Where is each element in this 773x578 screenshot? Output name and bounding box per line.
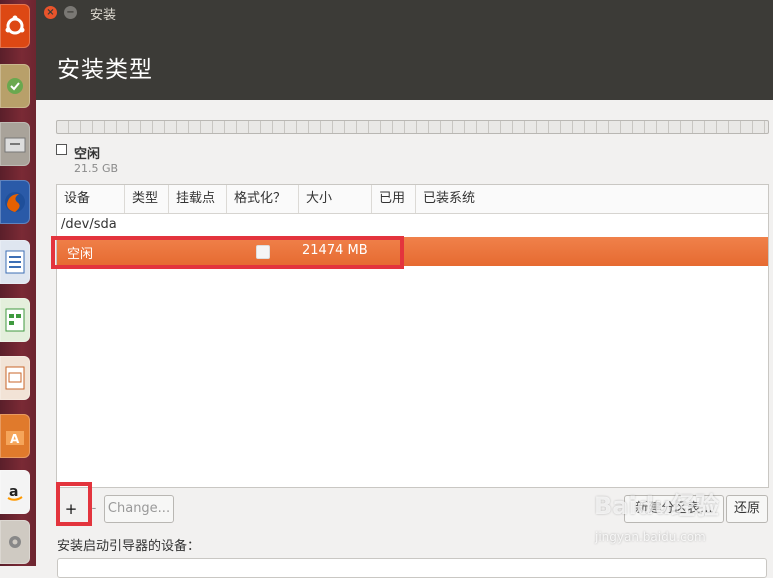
firefox-icon[interactable] xyxy=(0,180,30,224)
unity-launcher: A a xyxy=(0,0,37,566)
watermark-brand: Baidu经验 xyxy=(594,492,719,520)
page-title: 安装类型 xyxy=(57,57,153,83)
table-header: 设备 类型 挂载点 格式化？ 大小 已用 已装系统 xyxy=(57,185,768,214)
impress-icon[interactable] xyxy=(0,356,30,400)
window-titlebar: × − 安装 xyxy=(36,0,773,26)
row-name: 空闲 xyxy=(67,247,94,262)
row-size: 21474 MB xyxy=(302,243,368,258)
legend-name: 空闲 xyxy=(74,147,101,162)
column-size[interactable]: 大小 xyxy=(299,185,372,213)
ubuntu-dash-icon[interactable] xyxy=(0,4,30,48)
remove-partition-button[interactable]: - xyxy=(84,496,104,524)
window-title: 安装 xyxy=(90,8,117,23)
add-partition-button[interactable]: + xyxy=(61,496,81,524)
column-mount-point[interactable]: 挂载点 xyxy=(169,185,227,213)
bootloader-device-label: 安装启动引导器的设备： xyxy=(57,539,201,554)
column-installed-system[interactable]: 已装系统 xyxy=(416,185,768,213)
format-checkbox[interactable] xyxy=(256,245,270,259)
calc-icon[interactable] xyxy=(0,298,30,342)
legend-swatch xyxy=(56,144,67,155)
partition-table: 设备 类型 挂载点 格式化？ 大小 已用 已装系统 /dev/sda 空闲 21… xyxy=(56,184,769,488)
watermark-url: jingyan.baidu.com xyxy=(595,530,706,544)
bootloader-device-select[interactable] xyxy=(57,558,767,578)
column-device[interactable]: 设备 xyxy=(57,185,125,213)
software-updater-icon[interactable] xyxy=(0,64,30,108)
minimize-icon[interactable]: − xyxy=(64,6,77,19)
revert-button[interactable]: 还原 xyxy=(726,495,768,523)
change-partition-button[interactable]: Change... xyxy=(104,495,174,523)
svg-text:a: a xyxy=(9,484,18,500)
page-header: 安装类型 xyxy=(36,26,773,100)
settings-icon[interactable] xyxy=(0,520,30,564)
svg-text:A: A xyxy=(10,432,20,446)
files-icon[interactable] xyxy=(0,122,30,166)
writer-icon[interactable] xyxy=(0,240,30,284)
disk-usage-bar xyxy=(56,120,769,134)
table-row-free-space[interactable]: 空闲 21474 MB xyxy=(57,237,768,266)
close-icon[interactable]: × xyxy=(44,6,57,19)
column-used[interactable]: 已用 xyxy=(372,185,416,213)
software-center-icon[interactable]: A xyxy=(0,414,30,458)
device-row[interactable]: /dev/sda xyxy=(61,217,117,232)
column-type[interactable]: 类型 xyxy=(125,185,169,213)
amazon-icon[interactable]: a xyxy=(0,470,30,514)
column-format[interactable]: 格式化？ xyxy=(227,185,299,213)
legend-size: 21.5 GB xyxy=(74,162,119,175)
